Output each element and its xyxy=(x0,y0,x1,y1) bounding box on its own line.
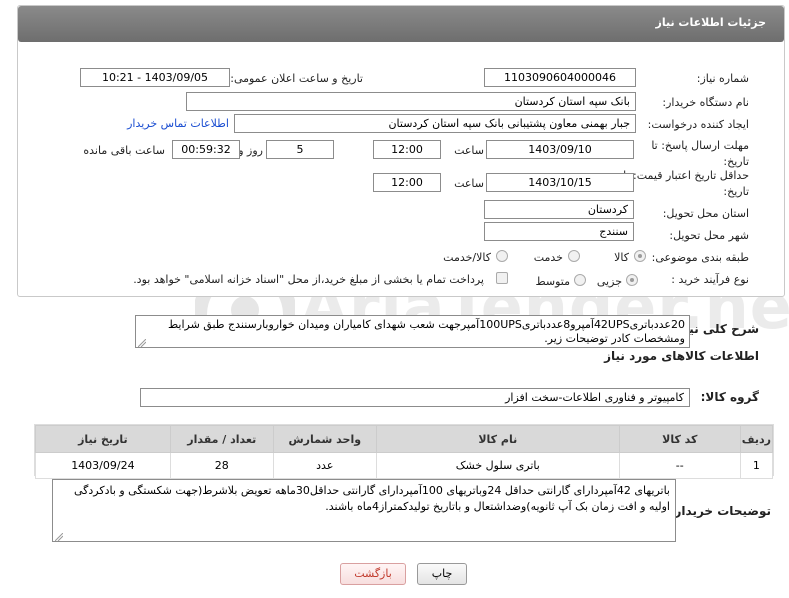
goods-table: ردیف کد کالا نام کالا واحد شمارش تعداد /… xyxy=(35,425,774,479)
announce-field: 1403/09/05 - 10:21 xyxy=(80,68,230,87)
col-date: تاریخ نیاز xyxy=(35,425,171,453)
description-field[interactable]: 20عددباتری42UPSآمپرو8عددباتری100UPSآمپرج… xyxy=(135,315,690,348)
col-qty: تعداد / مقدار xyxy=(169,425,274,453)
cell-unit: عدد xyxy=(272,452,377,479)
cell-name: باتری سلول خشک xyxy=(375,452,620,479)
page-title: جزئیات اطلاعات نیاز xyxy=(655,16,767,29)
process-option-medium: متوسط xyxy=(535,275,570,288)
validity-date-field: 1403/10/15 xyxy=(486,173,634,192)
goods-section-title: اطلاعات کالاهای مورد نیاز xyxy=(604,349,759,363)
buyer-notes-field[interactable]: باتریهای 42آمپردارای گارانتی حداقل 24وبا… xyxy=(52,479,676,542)
deadline-time-field: 12:00 xyxy=(373,140,441,159)
province-field: کردستان xyxy=(484,200,634,219)
buyer-org-field: بانک سپه استان کردستان xyxy=(186,92,636,111)
cell-qty: 28 xyxy=(169,452,274,479)
category-radio-service[interactable] xyxy=(568,250,580,262)
goods-table-container: ردیف کد کالا نام کالا واحد شمارش تعداد /… xyxy=(34,424,774,479)
table-row: 1 -- باتری سلول خشک عدد 28 1403/09/24 xyxy=(35,452,774,479)
creator-field: جبار بهمنی معاون پشتیبانی بانک سپه استان… xyxy=(234,114,636,133)
print-button[interactable]: چاپ xyxy=(417,563,467,585)
validity-time-label: ساعت xyxy=(454,177,484,190)
cell-row: 1 xyxy=(739,452,774,479)
treasury-checkbox[interactable] xyxy=(496,272,508,284)
process-option-minor: جزیی xyxy=(596,275,622,288)
process-radio-minor[interactable] xyxy=(626,274,638,286)
col-code: کد کالا xyxy=(618,425,741,453)
city-label: شهر محل تحویل: xyxy=(669,229,749,242)
resize-grip-icon[interactable] xyxy=(54,531,64,542)
deadline-time-label: ساعت xyxy=(454,144,484,157)
process-radio-medium[interactable] xyxy=(574,274,586,286)
province-label: استان محل تحویل: xyxy=(662,207,749,220)
buyer-notes-label: توضیحات خریدار: xyxy=(669,504,771,518)
category-radio-goods[interactable] xyxy=(634,250,646,262)
cell-date: 1403/09/24 xyxy=(35,452,171,479)
city-field: سنندج xyxy=(484,222,634,241)
days-label: روز و xyxy=(238,144,263,157)
col-unit: واحد شمارش xyxy=(272,425,377,453)
category-option-goods-service: کالا/خدمت xyxy=(443,251,491,264)
description-text: 20عددباتری42UPSآمپرو8عددباتری100UPSآمپرج… xyxy=(167,318,685,345)
goods-group-label: گروه کالا: xyxy=(700,390,759,404)
process-note: پرداخت تمام یا بخشی از مبلغ خرید،از محل … xyxy=(133,273,484,286)
category-radio-goods-service[interactable] xyxy=(496,250,508,262)
col-row: ردیف xyxy=(739,425,774,453)
need-number-field: 1103090604000046 xyxy=(484,68,636,87)
panel-header: جزئیات اطلاعات نیاز xyxy=(18,6,784,42)
remaining-time-field: 00:59:32 xyxy=(172,140,240,159)
buyer-org-label: نام دستگاه خریدار: xyxy=(662,96,749,109)
goods-table-header: ردیف کد کالا نام کالا واحد شمارش تعداد /… xyxy=(35,425,774,453)
cell-code: -- xyxy=(618,452,741,479)
process-label: نوع فرآیند خرید : xyxy=(671,273,749,286)
col-name: نام کالا xyxy=(375,425,620,453)
back-button[interactable]: بازگشت xyxy=(340,563,406,585)
deadline-date-field: 1403/09/10 xyxy=(486,140,634,159)
buyer-contact-link[interactable]: اطلاعات تماس خریدار xyxy=(127,117,229,130)
buyer-notes-text: باتریهای 42آمپردارای گارانتی حداقل 24وبا… xyxy=(73,484,670,513)
days-field: 5 xyxy=(266,140,334,159)
goods-group-field: کامپیوتر و فناوری اطلاعات-سخت افزار xyxy=(140,388,690,407)
resize-grip-icon[interactable] xyxy=(137,337,147,348)
category-option-service: خدمت xyxy=(533,251,563,264)
category-label: طبقه بندی موضوعی: xyxy=(651,251,749,264)
category-option-goods: کالا xyxy=(614,251,629,264)
creator-label: ایجاد کننده درخواست: xyxy=(647,118,749,131)
deadline-label: مهلت ارسال پاسخ: تا تاریخ: xyxy=(651,139,749,168)
need-number-label: شماره نیاز: xyxy=(696,72,749,85)
remaining-label: ساعت باقی مانده xyxy=(83,144,165,157)
validity-time-field: 12:00 xyxy=(373,173,441,192)
announce-label: تاریخ و ساعت اعلان عمومی: xyxy=(230,72,363,85)
